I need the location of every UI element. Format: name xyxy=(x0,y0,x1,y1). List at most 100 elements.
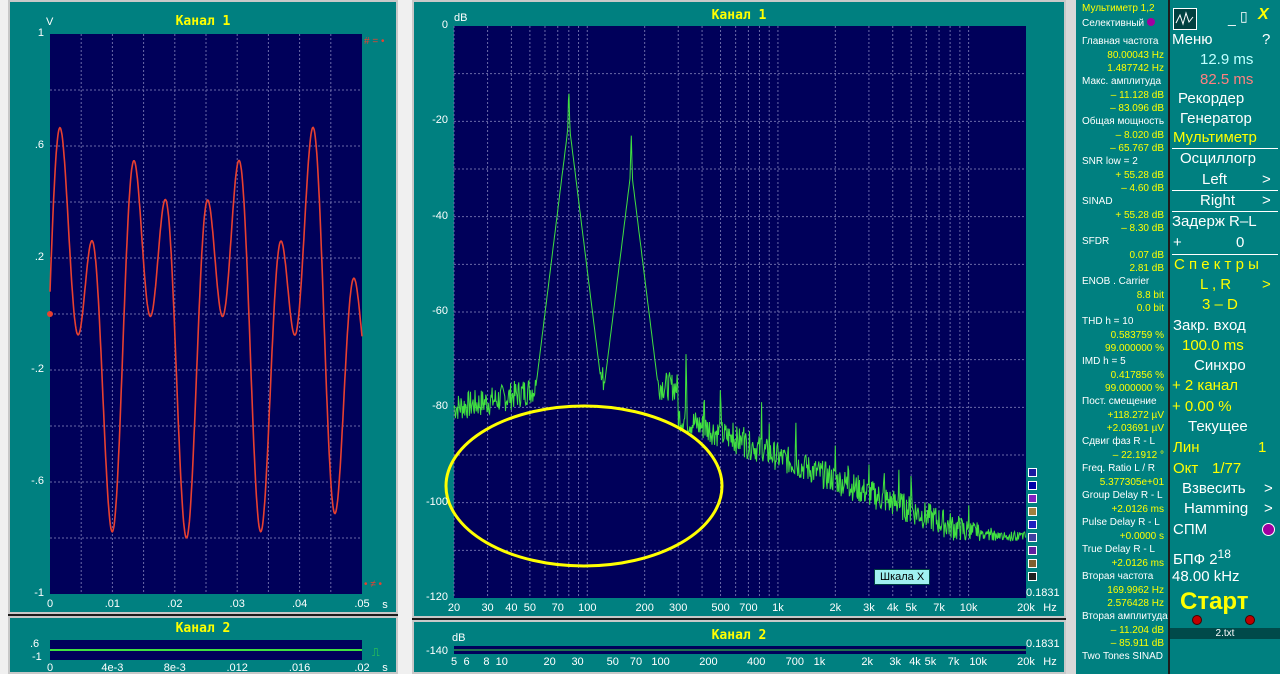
multimeter-row-value: 0.07 dB xyxy=(1129,250,1164,261)
spectrum-x-tick: 2k xyxy=(829,602,842,614)
swatch-3[interactable] xyxy=(1028,494,1037,503)
weigh-arrow[interactable]: > xyxy=(1264,480,1280,497)
status-led-2 xyxy=(1245,615,1255,625)
current-label[interactable]: Текущее xyxy=(1188,418,1280,435)
ch2-x-tick-label: .012 xyxy=(226,662,248,674)
multimeter-row-value: 8.8 bit xyxy=(1136,290,1164,301)
ch2-x-tick-label: 4e-3 xyxy=(101,662,124,674)
multimeter-row-label[interactable]: Вторая частота xyxy=(1076,571,1168,582)
left-arrow[interactable]: > xyxy=(1262,171,1280,188)
multimeter-row-value2: – 4.60 dB xyxy=(1121,183,1164,194)
ch2-x-tick-label: .02 xyxy=(354,662,370,674)
hamming-arrow[interactable]: > xyxy=(1264,500,1280,517)
multimeter-row-label[interactable]: Group Delay R - L xyxy=(1076,490,1168,501)
swatch-9[interactable] xyxy=(1028,572,1037,581)
spectrum-x-tick: 100 xyxy=(578,602,597,614)
spectrum2-x-tick: 10 xyxy=(495,656,508,668)
swatch-4[interactable] xyxy=(1028,507,1037,516)
sample-rate: 48.00 kHz xyxy=(1172,568,1240,585)
close-icon[interactable]: X xyxy=(1258,6,1280,24)
swatch-1[interactable] xyxy=(1028,468,1037,477)
x-tick-label: .01 xyxy=(104,598,121,610)
oct-value: 1/77 xyxy=(1212,460,1242,477)
mode-radio-icon[interactable] xyxy=(1146,18,1155,26)
swatch-8[interactable] xyxy=(1028,559,1037,568)
sync-percent-value[interactable]: + 0.00 % xyxy=(1172,398,1280,415)
multimeter-row-value2: 99.000000 % xyxy=(1105,343,1164,354)
y-tick-label: .6 xyxy=(34,139,44,151)
multimeter-title: Мультиметр 1,2 xyxy=(1082,3,1155,14)
multimeter-row-value2: – 85.911 dB xyxy=(1110,638,1164,649)
sync-channel-value[interactable]: + 2 канал xyxy=(1172,377,1280,394)
y-tick-label: -.2 xyxy=(31,363,44,375)
spectrum-x-unit: Hz xyxy=(1043,602,1057,614)
swatch-5[interactable] xyxy=(1028,520,1037,529)
spectrum-x-tick: 10k xyxy=(959,602,978,614)
lock-input-label[interactable]: Закр. вход xyxy=(1173,317,1280,334)
oscillograph-button[interactable]: Осциллогр xyxy=(1180,150,1280,167)
multimeter-row-label[interactable]: Сдвиг фаз R - L xyxy=(1076,436,1168,447)
time-readout-1: 12.9 ms xyxy=(1200,51,1254,68)
ch2-x-unit: s xyxy=(382,662,388,674)
multimeter-row-label[interactable]: SINAD xyxy=(1076,196,1168,207)
swatch-2[interactable] xyxy=(1028,481,1037,490)
help-button[interactable]: ? xyxy=(1262,31,1280,48)
spectrum2-x-tick: 20 xyxy=(543,656,556,668)
spm-radio-icon[interactable] xyxy=(1262,523,1275,536)
spectrum2-svg[interactable] xyxy=(414,622,1066,674)
generator-button[interactable]: Генератор xyxy=(1180,110,1280,127)
spectrum2-x-tick: 30 xyxy=(571,656,584,668)
lin-value: 1 xyxy=(1258,439,1267,456)
multimeter-row-value2: 2.81 dB xyxy=(1129,263,1164,274)
multimeter-row-label[interactable]: Freq. Ratio L / R xyxy=(1076,463,1168,474)
spectrum-y-tick: -80 xyxy=(432,400,448,413)
spectra-button[interactable]: С п е к т р ы xyxy=(1174,256,1280,273)
oscillogram-ch2-svg[interactable]: ⎍ xyxy=(10,618,398,674)
multimeter-row-label[interactable]: Общая мощность xyxy=(1076,116,1168,127)
multimeter-row-label[interactable]: True Delay R - L xyxy=(1076,544,1168,555)
multimeter-row-value: + 55.28 dB xyxy=(1115,170,1164,181)
multimeter-button[interactable]: Мультиметр xyxy=(1173,129,1280,146)
spectrum2-x-tick: 70 xyxy=(629,656,643,668)
multimeter-row-label[interactable]: Главная частота xyxy=(1076,36,1168,47)
fft-label[interactable]: БПФ 218 xyxy=(1173,547,1280,568)
multimeter-row-value: – 11.128 dB xyxy=(1110,90,1164,101)
multimeter-mode[interactable]: Селективный xyxy=(1076,18,1168,29)
file-name: 2.txt xyxy=(1170,628,1280,639)
spectra-lr-arrow[interactable]: > xyxy=(1262,276,1280,293)
ch2-x-tick-label: 8e-3 xyxy=(163,662,186,674)
start-button[interactable]: Старт xyxy=(1180,588,1280,616)
multimeter-row-label[interactable]: SFDR xyxy=(1076,236,1168,247)
multimeter-row-value: – 8.020 dB xyxy=(1115,130,1164,141)
multimeter-row-label[interactable]: Two Tones SINAD xyxy=(1076,651,1168,662)
multimeter-row-label[interactable]: ENOB . Carrier xyxy=(1076,276,1168,287)
multimeter-row-value: +0.0000 s xyxy=(1119,531,1164,542)
x-axis-unit: s xyxy=(382,599,388,611)
spectrum-x-tick: 300 xyxy=(669,602,688,614)
multimeter-row-value2: 2.576428 Hz xyxy=(1107,598,1164,609)
multimeter-row-label[interactable]: Вторая амплитуда xyxy=(1076,611,1168,622)
desktop-gap xyxy=(398,0,412,674)
spectrum2-x-tick: 10k xyxy=(969,656,988,668)
multimeter-row-label[interactable]: SNR low = 2 xyxy=(1076,156,1168,167)
multimeter-row-label[interactable]: Пост. смещение xyxy=(1076,396,1168,407)
sync-label[interactable]: Синхро xyxy=(1194,357,1280,374)
recorder-button[interactable]: Рекордер xyxy=(1178,90,1280,107)
y-tick-label: -.6 xyxy=(31,475,44,487)
multimeter-row-label[interactable]: THD h = 10 xyxy=(1076,316,1168,327)
scale-x-button[interactable]: Шкала X xyxy=(874,569,931,585)
multimeter-row-value: 169.9962 Hz xyxy=(1107,585,1164,596)
multimeter-row-label[interactable]: IMD h = 5 xyxy=(1076,356,1168,367)
multimeter-row-value2: 99.000000 % xyxy=(1105,383,1164,394)
spectra-3d-button[interactable]: 3 – D xyxy=(1202,296,1280,313)
right-arrow[interactable]: > xyxy=(1262,192,1280,209)
multimeter-row-label[interactable]: Макс. амплитуда xyxy=(1076,76,1168,87)
spectrum2-x-tick: 700 xyxy=(785,656,804,668)
oscillogram-svg[interactable]: # = • • ≠ • xyxy=(10,2,398,614)
swatch-7[interactable] xyxy=(1028,546,1037,555)
multimeter-row-label[interactable]: Pulse Delay R - L xyxy=(1076,517,1168,528)
spectrum-x-tick: 4k xyxy=(886,602,899,614)
spectrum-y-tick: 0 xyxy=(441,19,448,31)
swatch-6[interactable] xyxy=(1028,533,1037,542)
spectrum-svg[interactable] xyxy=(414,2,1066,618)
